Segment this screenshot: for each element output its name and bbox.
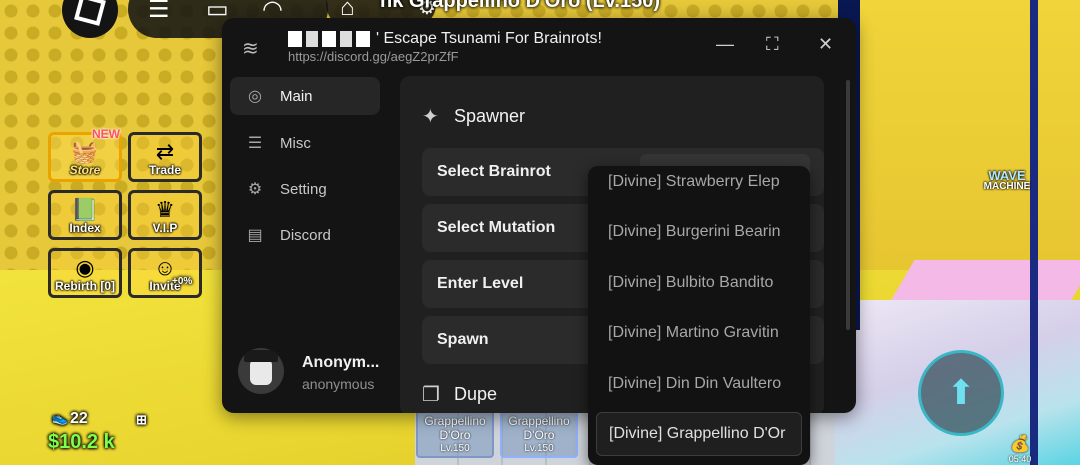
wave-machine-sign[interactable]: WAVE MACHINE bbox=[980, 168, 1034, 192]
row-label: Spawn bbox=[437, 331, 489, 348]
plus-icon[interactable]: ⊞ bbox=[136, 412, 147, 428]
chat-icon[interactable]: ▭ bbox=[206, 0, 229, 22]
dupe-title-text: Dupe bbox=[454, 384, 498, 404]
dropdown-option[interactable]: [Divine] Strawberry Elep bbox=[596, 166, 802, 204]
sidebar-item-label: Misc bbox=[280, 134, 311, 152]
rebirth-label: Rebirth [0] bbox=[55, 279, 115, 293]
hotbar-item-level: Lv.150 bbox=[440, 443, 470, 454]
machine-label: MACHINE bbox=[983, 181, 1031, 192]
hotbar-slot-1[interactable]: Grappellino D'Oro Lv.150 bbox=[416, 410, 494, 458]
hotbar-item-level: Lv.150 bbox=[524, 443, 554, 454]
swirl-icon: ◎ bbox=[248, 88, 262, 105]
hotbar-item-name: Grappellino D'Oro bbox=[508, 414, 570, 442]
roblox-logo-icon bbox=[74, 0, 106, 26]
sidebar-item-label: Discord bbox=[280, 226, 331, 244]
sidebar-item-misc[interactable]: ☰ Misc bbox=[230, 124, 380, 162]
redacted-name bbox=[288, 30, 374, 47]
hotbar-slot-2[interactable]: Grappellino D'Oro Lv.150 bbox=[500, 410, 578, 458]
player-title-banner: nk Grappellino D'Oro (Lv.150) bbox=[380, 0, 660, 12]
avatar-hair bbox=[244, 350, 278, 362]
index-button[interactable]: 📗 Index bbox=[48, 190, 122, 240]
spawner-section-title: ✦ Spawner bbox=[422, 104, 525, 129]
window-title: ' Escape Tsunami For Brainrots! bbox=[288, 30, 602, 48]
trade-arrows-icon: ⇄ bbox=[155, 139, 175, 164]
discord-link[interactable]: https://discord.gg/aegZ2prZfF bbox=[288, 49, 459, 64]
sidebar-item-setting[interactable]: ⚙ Setting bbox=[230, 170, 380, 208]
vip-button[interactable]: ♛ V.I.P bbox=[128, 190, 202, 240]
stack-icon: ▤ bbox=[247, 227, 263, 244]
close-button[interactable]: ✕ bbox=[818, 34, 833, 54]
copy-icon: ❐ bbox=[422, 384, 440, 406]
sidebar-item-discord[interactable]: ▤ Discord bbox=[230, 216, 380, 254]
vip-label: V.I.P bbox=[152, 221, 178, 235]
yellow-wall-right bbox=[860, 0, 1080, 300]
dropdown-option[interactable]: [Divine] Martino Gravitin bbox=[596, 311, 802, 355]
menu-lines-icon: ☰ bbox=[247, 135, 263, 152]
dropdown-option-selected[interactable]: [Divine] Grappellino D'Or bbox=[596, 412, 802, 456]
sidebar-item-main[interactable]: ◎ Main bbox=[230, 77, 380, 115]
money-bag-icon: 💰 bbox=[1010, 436, 1030, 453]
money-bag: 💰 05:40 bbox=[1006, 434, 1034, 464]
dropdown-option[interactable]: [Divine] Din Din Vaultero bbox=[596, 362, 802, 406]
window-title-text: ' Escape Tsunami For Brainrots! bbox=[376, 30, 602, 47]
row-label: Enter Level bbox=[437, 275, 524, 292]
rebirth-button[interactable]: ◉ Rebirth [0] bbox=[48, 248, 122, 298]
dupe-section-title: ❐ Dupe bbox=[422, 382, 497, 407]
shopping-basket-icon: 🧺 bbox=[71, 139, 99, 164]
content-scrollbar[interactable] bbox=[846, 80, 850, 330]
gear-icon: ⚙ bbox=[247, 181, 263, 198]
maximize-button[interactable]: ⛶ bbox=[766, 34, 779, 54]
invite-button[interactable]: ☺ Invite bbox=[128, 248, 202, 298]
money-display: $10.2 k bbox=[48, 431, 115, 453]
crown-icon: ♛ bbox=[155, 197, 175, 222]
sparkles-icon: ✦ bbox=[422, 106, 439, 128]
new-badge: NEW bbox=[92, 127, 120, 141]
trade-button[interactable]: ⇄ Trade bbox=[128, 132, 202, 182]
shoe-icon: 👟 bbox=[52, 410, 69, 425]
user-display-name: Anonym... bbox=[302, 354, 380, 371]
rebirth-orb-icon: ◉ bbox=[75, 255, 95, 280]
level-count: 22 bbox=[70, 410, 88, 427]
waves-logo-icon: ≋ bbox=[242, 38, 259, 60]
dropdown-option[interactable]: [Divine] Bulbito Bandito bbox=[596, 261, 802, 305]
dropdown-option[interactable]: [Divine] Burgerini Bearin bbox=[596, 210, 802, 254]
avatar-face bbox=[250, 359, 272, 385]
minimize-button[interactable]: — bbox=[716, 34, 734, 54]
up-arrow-icon: ⬆ bbox=[946, 374, 976, 412]
wave-label: WAVE bbox=[988, 168, 1026, 183]
index-label: Index bbox=[69, 221, 101, 235]
hotbar-item-name: Grappellino D'Oro bbox=[424, 414, 486, 442]
spawner-title-text: Spawner bbox=[454, 106, 526, 126]
avatar bbox=[238, 348, 284, 394]
sidebar-item-label: Main bbox=[280, 87, 313, 105]
row-label: Select Mutation bbox=[437, 219, 556, 236]
row-label: Select Brainrot bbox=[437, 163, 551, 180]
sidebar-item-label: Setting bbox=[280, 180, 327, 198]
hamburger-menu-icon[interactable]: ☰ bbox=[148, 0, 170, 22]
invite-bonus: +0% bbox=[172, 276, 193, 287]
user-handle: anonymous bbox=[302, 376, 375, 392]
store-label: Store bbox=[69, 163, 101, 177]
brainrot-options-list[interactable]: [Divine] Strawberry Elep [Divine] Burger… bbox=[588, 166, 810, 465]
trade-label: Trade bbox=[148, 163, 181, 177]
bag-timer: 05:40 bbox=[1008, 454, 1032, 464]
book-icon: 📗 bbox=[71, 197, 99, 222]
backpack-icon[interactable]: ⌂ bbox=[340, 0, 355, 20]
jump-button[interactable]: ⬆ bbox=[918, 350, 1004, 436]
blue-beam bbox=[1030, 0, 1038, 465]
